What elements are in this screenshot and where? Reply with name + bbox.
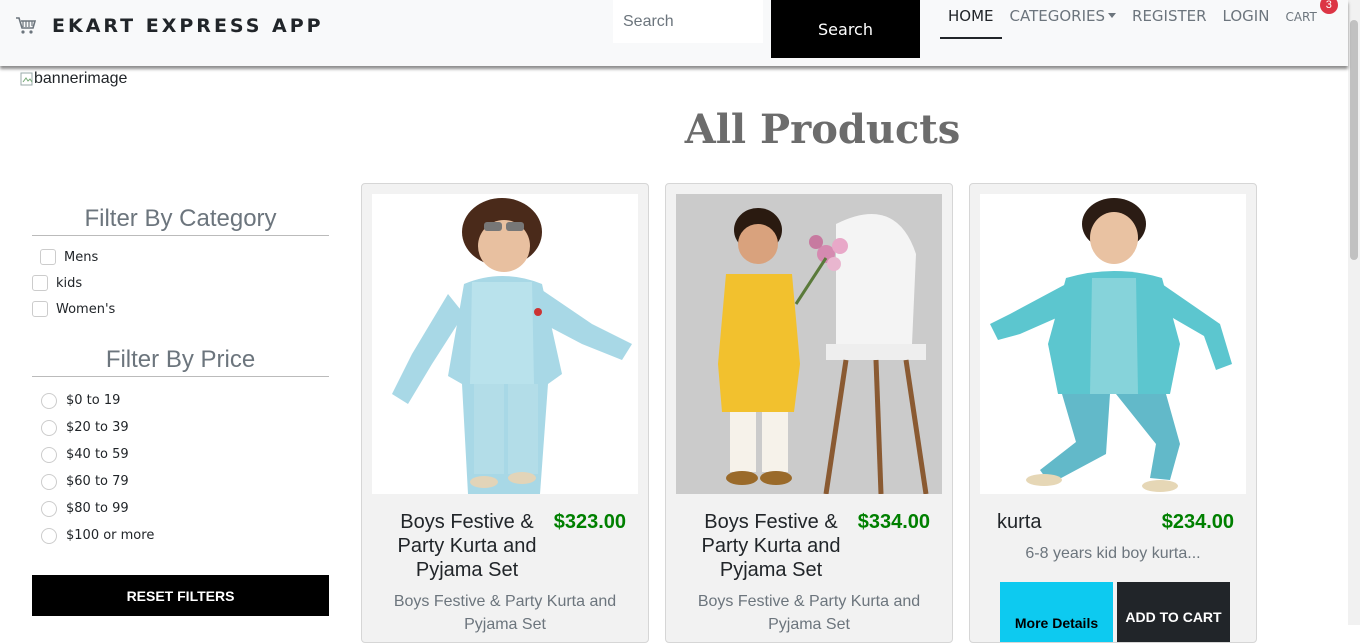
product-image[interactable] — [676, 194, 942, 494]
radio-button[interactable] — [41, 473, 57, 490]
checkbox[interactable] — [32, 275, 48, 291]
add-to-cart-button[interactable]: ADD TO CART — [1117, 582, 1230, 642]
price-label: $0 to 19 — [66, 393, 121, 408]
category-option-womens[interactable]: Women's — [32, 296, 329, 322]
price-label: $80 to 99 — [66, 501, 129, 516]
radio-button[interactable] — [41, 527, 57, 544]
nav-categories[interactable]: CATEGORIES — [1002, 0, 1125, 39]
nav-register[interactable]: REGISTER — [1124, 0, 1215, 39]
search-input[interactable] — [613, 0, 763, 43]
product-price: $234.00 — [1161, 511, 1234, 533]
nav-cart-label: CART — [1285, 10, 1317, 24]
product-price: $323.00 — [553, 511, 626, 533]
banner-alt-text: bannerimage — [34, 70, 128, 87]
category-filter-list: Mens kids Women's — [32, 236, 329, 322]
page-title: All Products — [684, 106, 961, 153]
product-name: kurta — [997, 511, 1042, 533]
product-description: Boys Festive & Party Kurta and Pyjama Se… — [393, 593, 617, 633]
chevron-down-icon — [1108, 12, 1117, 18]
reset-filters-button[interactable]: RESET FILTERS — [32, 575, 329, 616]
broken-image-icon — [20, 72, 33, 86]
boy-in-turquoise-jacket-illustration — [980, 194, 1246, 494]
category-label: Women's — [56, 301, 116, 317]
category-label: Mens — [64, 249, 99, 265]
category-option-mens[interactable]: Mens — [32, 244, 329, 270]
price-label: $60 to 79 — [66, 474, 129, 489]
checkbox[interactable] — [40, 249, 56, 265]
price-option[interactable]: $0 to 19 — [32, 387, 329, 414]
product-description: Boys Festive & Party Kurta and Pyjama Se… — [697, 593, 921, 633]
nav-categories-label: CATEGORIES — [1009, 7, 1106, 25]
product-description: 6-8 years kid boy kurta... — [1025, 545, 1201, 562]
top-navbar: EKART EXPRESS APP Search HOME CATEGORIES… — [0, 0, 1348, 66]
category-option-kids[interactable]: kids — [32, 270, 329, 296]
product-name: Boys Festive & Party Kurta and Pyjama Se… — [397, 511, 537, 581]
brand-name: EKART EXPRESS APP — [52, 15, 324, 37]
price-label: $40 to 59 — [66, 447, 129, 462]
cart-count-badge: 3 — [1319, 0, 1338, 14]
nav-cart[interactable]: CART 3 — [1277, 0, 1338, 39]
page-scrollbar[interactable] — [1348, 0, 1360, 625]
radio-button[interactable] — [41, 392, 57, 409]
search-button[interactable]: Search — [771, 0, 920, 58]
price-option[interactable]: $40 to 59 — [32, 441, 329, 468]
nav-home[interactable]: HOME — [940, 0, 1002, 39]
price-filter-list: $0 to 19 $20 to 39 $40 to 59 $60 to 79 $… — [32, 377, 329, 549]
nav-login[interactable]: LOGIN — [1215, 0, 1278, 39]
product-card: Boys Festive & Party Kurta and Pyjama Se… — [361, 183, 649, 643]
price-option[interactable]: $80 to 99 — [32, 495, 329, 522]
boy-in-yellow-kurta-illustration — [676, 194, 942, 494]
price-option[interactable]: $60 to 79 — [32, 468, 329, 495]
shopping-cart-icon — [16, 17, 37, 34]
category-label: kids — [56, 275, 83, 291]
product-name: Boys Festive & Party Kurta and Pyjama Se… — [701, 511, 841, 581]
product-card: Boys Festive & Party Kurta and Pyjama Se… — [665, 183, 953, 643]
banner-image: bannerimage — [20, 70, 127, 88]
product-image[interactable] — [372, 194, 638, 494]
price-label: $100 or more — [66, 528, 155, 543]
scrollbar-thumb[interactable] — [1350, 20, 1358, 260]
price-filter-heading: Filter By Price — [32, 346, 329, 377]
price-label: $20 to 39 — [66, 420, 129, 435]
brand[interactable]: EKART EXPRESS APP — [14, 14, 324, 38]
checkbox[interactable] — [32, 301, 48, 317]
product-image[interactable] — [980, 194, 1246, 494]
more-details-button[interactable]: More Details — [1000, 582, 1113, 642]
radio-button[interactable] — [41, 419, 57, 436]
product-price: $334.00 — [857, 511, 930, 533]
boy-in-blue-kurta-illustration — [372, 194, 638, 494]
category-filter-heading: Filter By Category — [32, 205, 329, 236]
product-card: kurta $234.00 6-8 years kid boy kurta...… — [969, 183, 1257, 643]
price-option[interactable]: $20 to 39 — [32, 414, 329, 441]
radio-button[interactable] — [41, 446, 57, 463]
price-option[interactable]: $100 or more — [32, 522, 329, 549]
filter-sidebar: Filter By Category Mens kids Women's Fil… — [32, 205, 329, 549]
radio-button[interactable] — [41, 500, 57, 517]
nav-links: HOME CATEGORIES REGISTER LOGIN CART 3 — [940, 0, 1338, 40]
